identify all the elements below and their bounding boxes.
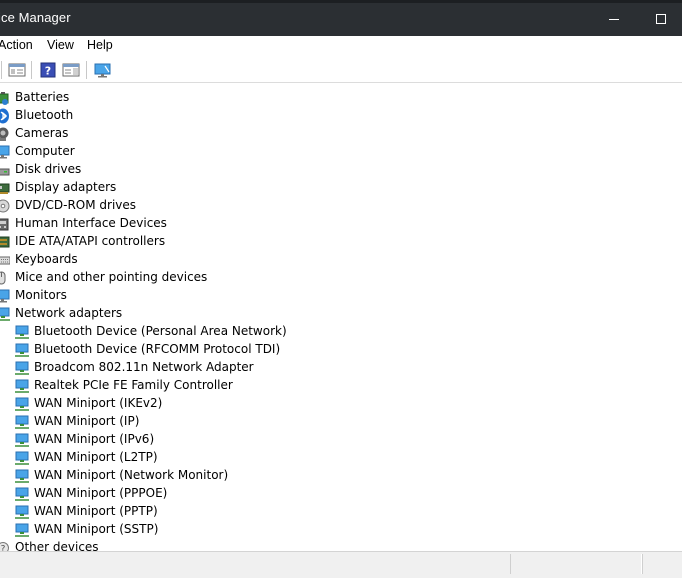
tree-item-network-device[interactable]: Broadcom 802.11n Network Adapter — [0, 359, 320, 377]
display-adapter-icon — [0, 183, 10, 194]
monitor-icon — [0, 289, 10, 303]
minimize-button[interactable] — [592, 3, 638, 36]
minimize-icon — [609, 19, 619, 20]
svg-text:?: ? — [45, 65, 51, 78]
tree-item-network-device[interactable]: Bluetooth Device (Personal Area Network) — [0, 323, 320, 341]
hid-icon — [0, 218, 9, 231]
tree-item-mice-and-other-pointing-devices[interactable]: Mice and other pointing devices — [0, 269, 300, 287]
battery-icon — [0, 92, 9, 105]
ide-controller-icon — [0, 236, 10, 248]
status-bar — [0, 551, 682, 578]
network-adapter-icon — [15, 469, 29, 483]
keyboard-icon — [0, 256, 10, 265]
tree-item-network-device[interactable]: WAN Miniport (L2TP) — [0, 449, 320, 467]
tree-item-network-device[interactable]: Bluetooth Device (RFCOMM Protocol TDI) — [0, 341, 320, 359]
disk-drive-icon — [0, 168, 10, 176]
menu-view[interactable]: View — [47, 38, 74, 52]
tree-item-bluetooth[interactable]: Bluetooth — [0, 107, 300, 125]
network-adapter-icon — [15, 325, 29, 339]
tree-item-batteries[interactable]: Batteries — [0, 89, 300, 107]
network-adapter-icon — [15, 451, 29, 465]
mouse-icon — [0, 271, 6, 285]
tree-item-network-device[interactable]: Realtek PCIe FE Family Controller — [0, 377, 320, 395]
tree-item-network-device[interactable]: WAN Miniport (IPv6) — [0, 431, 320, 449]
device-tree[interactable]: Batteries Bluetooth Cameras Computer Dis… — [0, 88, 682, 551]
tree-item-keyboards[interactable]: Keyboards — [0, 251, 300, 269]
maximize-icon — [656, 14, 666, 24]
network-adapter-icon — [0, 307, 10, 321]
network-adapter-icon — [15, 433, 29, 447]
tree-item-ide-ata-atapi-controllers[interactable]: IDE ATA/ATAPI controllers — [0, 233, 300, 251]
network-adapter-icon — [15, 487, 29, 501]
bluetooth-icon — [0, 108, 9, 124]
tree-item-cameras[interactable]: Cameras — [0, 125, 300, 143]
tree-item-network-device[interactable]: WAN Miniport (Network Monitor) — [0, 467, 320, 485]
menu-bar: Action View Help — [0, 36, 682, 56]
other-devices-icon: ? — [0, 542, 9, 551]
toolbar-separator — [31, 61, 32, 79]
tree-item-network-adapters[interactable]: Network adapters — [0, 305, 300, 323]
menu-help[interactable]: Help — [87, 38, 113, 52]
tree-item-computer[interactable]: Computer — [0, 143, 300, 161]
tree-item-network-device[interactable]: WAN Miniport (IP) — [0, 413, 320, 431]
status-cell — [642, 554, 682, 574]
network-adapter-icon — [15, 397, 29, 411]
tree-item-network-device[interactable]: WAN Miniport (SSTP) — [0, 521, 320, 539]
tree-item-network-device[interactable]: WAN Miniport (PPTP) — [0, 503, 320, 521]
properties-icon[interactable] — [62, 62, 80, 78]
scan-hardware-monitor-icon[interactable] — [94, 62, 112, 78]
toolbar-separator — [1, 61, 2, 79]
menu-action[interactable]: Action — [0, 38, 33, 52]
camera-icon — [0, 127, 9, 141]
window-title: ice Manager — [0, 10, 71, 25]
tree-item-human-interface-devices[interactable]: Human Interface Devices — [0, 215, 300, 233]
tree-item-dvd-cd-rom-drives[interactable]: DVD/CD-ROM drives — [0, 197, 300, 215]
maximize-button[interactable] — [638, 3, 682, 36]
tree-item-monitors[interactable]: Monitors — [0, 287, 300, 305]
computer-icon — [0, 145, 10, 159]
tree-item-other-devices[interactable]: ? Other devices — [0, 539, 300, 551]
show-hide-console-tree-icon[interactable] — [8, 62, 26, 78]
network-adapter-icon — [15, 379, 29, 393]
tree-item-disk-drives[interactable]: Disk drives — [0, 161, 300, 179]
tree-item-network-device[interactable]: WAN Miniport (IKEv2) — [0, 395, 320, 413]
network-adapter-icon — [15, 523, 29, 537]
title-bar[interactable]: ice Manager — [0, 0, 682, 36]
help-icon[interactable]: ? — [39, 62, 57, 78]
toolbar-separator — [86, 61, 87, 79]
dvd-drive-icon — [0, 199, 10, 213]
network-adapter-icon — [15, 415, 29, 429]
network-adapter-icon — [15, 343, 29, 357]
network-adapter-icon — [15, 361, 29, 375]
toolbar: ? — [0, 57, 682, 83]
tree-item-display-adapters[interactable]: Display adapters — [0, 179, 300, 197]
tree-item-network-device[interactable]: WAN Miniport (PPPOE) — [0, 485, 320, 503]
status-cell — [510, 554, 642, 574]
network-adapter-icon — [15, 505, 29, 519]
